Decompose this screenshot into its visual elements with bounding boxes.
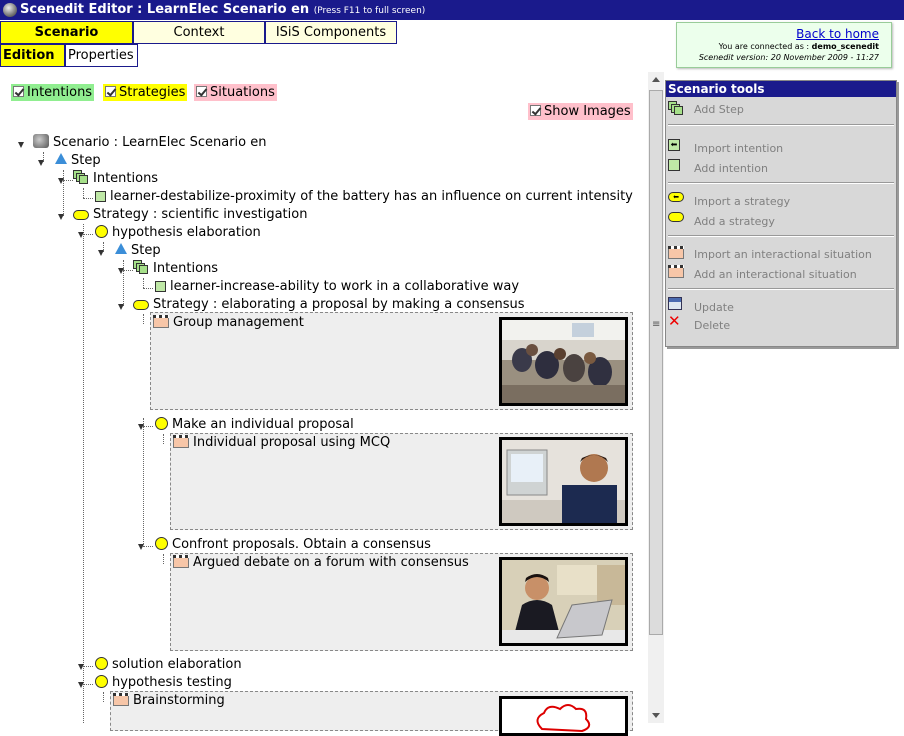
situation-image bbox=[499, 437, 628, 526]
tree-node-step[interactable]: Step bbox=[115, 242, 161, 260]
import-strategy-icon: ⬅ bbox=[668, 192, 684, 202]
collapse-toggle[interactable] bbox=[78, 664, 84, 670]
intention-square-icon bbox=[155, 281, 166, 292]
strategy-oval-icon bbox=[133, 300, 149, 310]
tab-properties[interactable]: Properties bbox=[65, 44, 138, 67]
phase-circle-icon bbox=[95, 225, 108, 238]
filter-strategies[interactable]: Strategies bbox=[103, 84, 188, 101]
tree-node-intention[interactable]: learner-increase-ability to work in a co… bbox=[155, 278, 519, 296]
tab-edition[interactable]: Edition bbox=[0, 44, 65, 67]
tree-scrollbar[interactable] bbox=[648, 72, 664, 723]
delete-icon: ✕ bbox=[668, 312, 681, 330]
fullscreen-note: (Press F11 to full screen) bbox=[313, 6, 426, 16]
collapse-toggle[interactable] bbox=[78, 232, 84, 238]
filter-show-images[interactable]: Show Images bbox=[528, 103, 633, 120]
add-strategy-button[interactable]: Add a strategy bbox=[694, 215, 775, 228]
collapse-toggle[interactable] bbox=[118, 268, 124, 274]
back-to-home-link[interactable]: Back to home bbox=[677, 27, 879, 41]
import-intention-icon: ⬅ bbox=[668, 139, 680, 151]
tree-node-situation[interactable]: Individual proposal using MCQ bbox=[173, 434, 390, 452]
tree-node-phase[interactable]: Make an individual proposal bbox=[155, 416, 354, 434]
collapse-toggle[interactable] bbox=[78, 682, 84, 688]
tree-node-intentions[interactable]: Intentions bbox=[73, 170, 158, 188]
tree-node-scenario[interactable]: Scenario : LearnElec Scenario en bbox=[33, 134, 266, 152]
tab-isis-components[interactable]: ISiS Components bbox=[265, 21, 397, 44]
import-strategy-button[interactable]: Import a strategy bbox=[694, 195, 790, 208]
update-button[interactable]: Update bbox=[694, 301, 734, 314]
tab-context[interactable]: Context bbox=[133, 21, 265, 44]
step-triangle-icon bbox=[55, 153, 67, 164]
add-situation-button[interactable]: Add an interactional situation bbox=[694, 268, 857, 281]
version-info: Scenedit version: 20 November 2009 - 11:… bbox=[698, 53, 879, 62]
phase-circle-icon bbox=[155, 417, 168, 430]
import-situation-icon bbox=[668, 246, 684, 259]
tree-node-phase[interactable]: solution elaboration bbox=[95, 656, 242, 674]
tree-node-intentions[interactable]: Intentions bbox=[133, 260, 218, 278]
scroll-down-arrow-icon[interactable] bbox=[648, 707, 664, 723]
tree-node-phase[interactable]: Confront proposals. Obtain a consensus bbox=[155, 536, 431, 554]
tree-node-phase[interactable]: hypothesis elaboration bbox=[95, 224, 261, 242]
panel-resize-grip-icon[interactable]: ≡ bbox=[652, 319, 660, 330]
situations-checkbox[interactable] bbox=[196, 86, 207, 97]
phase-circle-icon bbox=[95, 657, 108, 670]
import-intention-button[interactable]: Import intention bbox=[694, 142, 783, 155]
add-intention-icon bbox=[668, 159, 680, 171]
film-reel-icon bbox=[33, 134, 49, 148]
strategies-checkbox[interactable] bbox=[105, 86, 116, 97]
collapse-toggle[interactable] bbox=[38, 160, 44, 166]
intentions-icon bbox=[133, 260, 149, 274]
step-triangle-icon bbox=[115, 243, 127, 254]
window-titlebar: Scenedit Editor : LearnElec Scenario en … bbox=[0, 0, 904, 20]
collapse-toggle[interactable] bbox=[118, 304, 124, 310]
tree-node-strategy[interactable]: Strategy : scientific investigation bbox=[73, 206, 307, 224]
update-icon bbox=[668, 297, 682, 310]
tree-node-situation[interactable]: Brainstorming bbox=[113, 692, 225, 710]
intentions-icon bbox=[73, 170, 89, 184]
clapperboard-icon bbox=[113, 693, 129, 706]
collapse-toggle[interactable] bbox=[138, 544, 144, 550]
import-situation-button[interactable]: Import an interactional situation bbox=[694, 248, 872, 261]
clapperboard-icon bbox=[153, 315, 169, 328]
scrollbar-thumb[interactable] bbox=[649, 90, 663, 635]
filter-intentions[interactable]: Intentions bbox=[11, 84, 95, 101]
connected-user: You are connected as : demo_scenedit bbox=[718, 42, 879, 51]
scenario-tools-title: Scenario tools bbox=[666, 81, 896, 97]
intentions-checkbox[interactable] bbox=[13, 86, 24, 97]
collapse-toggle[interactable] bbox=[138, 424, 144, 430]
phase-circle-icon bbox=[155, 537, 168, 550]
collapse-toggle[interactable] bbox=[18, 142, 24, 148]
situation-image bbox=[499, 557, 628, 646]
window-title: Scenedit Editor : LearnElec Scenario en bbox=[20, 2, 310, 17]
add-intention-button[interactable]: Add intention bbox=[694, 162, 768, 175]
add-step-icon bbox=[668, 101, 684, 115]
tree-node-intention[interactable]: learner-destabilize-proximity of the bat… bbox=[95, 188, 633, 206]
add-strategy-icon bbox=[668, 212, 684, 222]
situation-image bbox=[499, 696, 628, 736]
collapse-toggle[interactable] bbox=[58, 178, 64, 184]
tree-node-phase[interactable]: hypothesis testing bbox=[95, 674, 232, 692]
app-logo-icon bbox=[3, 3, 17, 17]
tree-node-situation[interactable]: Argued debate on a forum with consensus bbox=[173, 554, 469, 572]
show-images-checkbox[interactable] bbox=[530, 105, 541, 116]
intention-square-icon bbox=[95, 191, 106, 202]
phase-circle-icon bbox=[95, 675, 108, 688]
scroll-up-arrow-icon[interactable] bbox=[648, 72, 664, 88]
scenario-tools-panel: Scenario tools Add Step ⬅ Import intenti… bbox=[665, 80, 897, 347]
collapse-toggle[interactable] bbox=[98, 250, 104, 256]
clapperboard-icon bbox=[173, 435, 189, 448]
tree-node-situation[interactable]: Group management bbox=[153, 314, 304, 332]
tree-node-step[interactable]: Step bbox=[55, 152, 101, 170]
collapse-toggle[interactable] bbox=[58, 214, 64, 220]
connection-panel: Back to home You are connected as : demo… bbox=[676, 22, 892, 68]
filter-situations[interactable]: Situations bbox=[194, 84, 277, 101]
add-situation-icon bbox=[668, 265, 684, 278]
situation-image bbox=[499, 317, 628, 406]
clapperboard-icon bbox=[173, 555, 189, 568]
delete-button[interactable]: Delete bbox=[694, 319, 730, 332]
strategy-oval-icon bbox=[73, 210, 89, 220]
tab-scenario[interactable]: Scenario bbox=[0, 21, 133, 44]
add-step-button[interactable]: Add Step bbox=[694, 103, 744, 116]
